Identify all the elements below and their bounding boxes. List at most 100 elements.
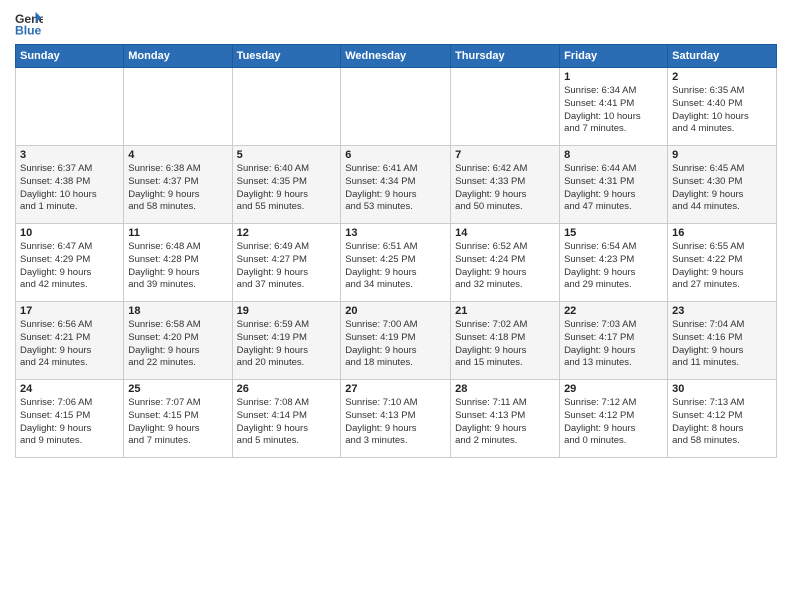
- calendar-cell: 9 Sunrise: 6:45 AM Sunset: 4:30 PM Daylig…: [668, 146, 777, 224]
- calendar-cell: 24 Sunrise: 7:06 AM Sunset: 4:15 PM Dayli…: [16, 380, 124, 458]
- day-info: Sunrise: 7:10 AM Sunset: 4:13 PM Dayligh…: [345, 397, 446, 448]
- day-info: Sunrise: 7:07 AM Sunset: 4:15 PM Dayligh…: [128, 397, 227, 448]
- calendar-cell: 4 Sunrise: 6:38 AM Sunset: 4:37 PM Daylig…: [124, 146, 232, 224]
- calendar-cell: 25 Sunrise: 7:07 AM Sunset: 4:15 PM Dayli…: [124, 380, 232, 458]
- calendar-cell: 7 Sunrise: 6:42 AM Sunset: 4:33 PM Daylig…: [451, 146, 560, 224]
- calendar-cell: 21Sunrise: 7:02 AM Sunset: 4:18 PM Dayli…: [451, 302, 560, 380]
- day-number: 3: [20, 149, 119, 161]
- calendar-cell: 18 Sunrise: 6:58 AM Sunset: 4:20 PM Dayli…: [124, 302, 232, 380]
- svg-text:Blue: Blue: [15, 23, 42, 37]
- day-number: 9: [672, 149, 772, 161]
- day-info: Sunrise: 6:51 AM Sunset: 4:25 PM Dayligh…: [345, 241, 446, 292]
- day-number: 19: [237, 305, 337, 317]
- day-info: Sunrise: 6:38 AM Sunset: 4:37 PM Dayligh…: [128, 163, 227, 214]
- calendar-cell: 29 Sunrise: 7:12 AM Sunset: 4:12 PM Dayli…: [560, 380, 668, 458]
- header: General Blue: [15, 10, 777, 38]
- weekday-header-cell: Wednesday: [341, 45, 451, 68]
- calendar-cell: 1 Sunrise: 6:34 AM Sunset: 4:41 PM Daylig…: [560, 68, 668, 146]
- day-info: Sunrise: 6:58 AM Sunset: 4:20 PM Dayligh…: [128, 319, 227, 370]
- day-number: 7: [455, 149, 555, 161]
- day-number: 2: [672, 71, 772, 83]
- day-info: Sunrise: 7:03 AM Sunset: 4:17 PM Dayligh…: [564, 319, 663, 370]
- weekday-header-cell: Tuesday: [232, 45, 341, 68]
- weekday-header-row: SundayMondayTuesdayWednesdayThursdayFrid…: [16, 45, 777, 68]
- day-number: 28: [455, 383, 555, 395]
- calendar-cell: 16Sunrise: 6:55 AM Sunset: 4:22 PM Dayli…: [668, 224, 777, 302]
- day-number: 12: [237, 227, 337, 239]
- calendar-cell: 20Sunrise: 7:00 AM Sunset: 4:19 PM Dayli…: [341, 302, 451, 380]
- calendar-week-row: 10 Sunrise: 6:47 AM Sunset: 4:29 PM Dayli…: [16, 224, 777, 302]
- weekday-header-cell: Saturday: [668, 45, 777, 68]
- day-number: 22: [564, 305, 663, 317]
- day-number: 4: [128, 149, 227, 161]
- day-number: 1: [564, 71, 663, 83]
- day-info: Sunrise: 6:49 AM Sunset: 4:27 PM Dayligh…: [237, 241, 337, 292]
- weekday-header-cell: Monday: [124, 45, 232, 68]
- calendar-cell: 26 Sunrise: 7:08 AM Sunset: 4:14 PM Dayli…: [232, 380, 341, 458]
- calendar-table: SundayMondayTuesdayWednesdayThursdayFrid…: [15, 44, 777, 458]
- calendar-cell: [16, 68, 124, 146]
- day-info: Sunrise: 6:59 AM Sunset: 4:19 PM Dayligh…: [237, 319, 337, 370]
- calendar-cell: 19 Sunrise: 6:59 AM Sunset: 4:19 PM Dayli…: [232, 302, 341, 380]
- weekday-header-cell: Sunday: [16, 45, 124, 68]
- day-number: 23: [672, 305, 772, 317]
- day-number: 10: [20, 227, 119, 239]
- calendar-cell: 27 Sunrise: 7:10 AM Sunset: 4:13 PM Dayli…: [341, 380, 451, 458]
- day-number: 6: [345, 149, 446, 161]
- calendar-cell: 11 Sunrise: 6:48 AM Sunset: 4:28 PM Dayli…: [124, 224, 232, 302]
- day-info: Sunrise: 6:55 AM Sunset: 4:22 PM Dayligh…: [672, 241, 772, 292]
- calendar-cell: 14Sunrise: 6:52 AM Sunset: 4:24 PM Dayli…: [451, 224, 560, 302]
- day-info: Sunrise: 7:13 AM Sunset: 4:12 PM Dayligh…: [672, 397, 772, 448]
- logo: General Blue: [15, 10, 43, 38]
- calendar-week-row: 17 Sunrise: 6:56 AM Sunset: 4:21 PM Dayli…: [16, 302, 777, 380]
- day-number: 21: [455, 305, 555, 317]
- day-number: 15: [564, 227, 663, 239]
- calendar-cell: 23 Sunrise: 7:04 AM Sunset: 4:16 PM Dayli…: [668, 302, 777, 380]
- day-number: 5: [237, 149, 337, 161]
- day-info: Sunrise: 7:12 AM Sunset: 4:12 PM Dayligh…: [564, 397, 663, 448]
- calendar-body: 1 Sunrise: 6:34 AM Sunset: 4:41 PM Daylig…: [16, 68, 777, 458]
- calendar-cell: 17 Sunrise: 6:56 AM Sunset: 4:21 PM Dayli…: [16, 302, 124, 380]
- calendar-cell: [341, 68, 451, 146]
- calendar-cell: 10 Sunrise: 6:47 AM Sunset: 4:29 PM Dayli…: [16, 224, 124, 302]
- day-info: Sunrise: 6:54 AM Sunset: 4:23 PM Dayligh…: [564, 241, 663, 292]
- calendar-cell: 3 Sunrise: 6:37 AM Sunset: 4:38 PM Daylig…: [16, 146, 124, 224]
- day-info: Sunrise: 6:56 AM Sunset: 4:21 PM Dayligh…: [20, 319, 119, 370]
- day-number: 25: [128, 383, 227, 395]
- day-number: 24: [20, 383, 119, 395]
- day-number: 18: [128, 305, 227, 317]
- day-number: 17: [20, 305, 119, 317]
- day-info: Sunrise: 6:48 AM Sunset: 4:28 PM Dayligh…: [128, 241, 227, 292]
- day-number: 11: [128, 227, 227, 239]
- day-info: Sunrise: 6:34 AM Sunset: 4:41 PM Dayligh…: [564, 85, 663, 136]
- calendar-cell: 13 Sunrise: 6:51 AM Sunset: 4:25 PM Dayli…: [341, 224, 451, 302]
- day-info: Sunrise: 7:08 AM Sunset: 4:14 PM Dayligh…: [237, 397, 337, 448]
- day-info: Sunrise: 6:47 AM Sunset: 4:29 PM Dayligh…: [20, 241, 119, 292]
- day-number: 20: [345, 305, 446, 317]
- day-number: 26: [237, 383, 337, 395]
- calendar-cell: 30 Sunrise: 7:13 AM Sunset: 4:12 PM Dayli…: [668, 380, 777, 458]
- calendar-week-row: 3 Sunrise: 6:37 AM Sunset: 4:38 PM Daylig…: [16, 146, 777, 224]
- logo-icon: General Blue: [15, 10, 43, 38]
- day-number: 30: [672, 383, 772, 395]
- calendar-cell: [124, 68, 232, 146]
- day-number: 13: [345, 227, 446, 239]
- day-info: Sunrise: 6:41 AM Sunset: 4:34 PM Dayligh…: [345, 163, 446, 214]
- day-info: Sunrise: 6:45 AM Sunset: 4:30 PM Dayligh…: [672, 163, 772, 214]
- day-number: 29: [564, 383, 663, 395]
- weekday-header-cell: Friday: [560, 45, 668, 68]
- calendar-cell: 2 Sunrise: 6:35 AM Sunset: 4:40 PM Daylig…: [668, 68, 777, 146]
- day-info: Sunrise: 6:42 AM Sunset: 4:33 PM Dayligh…: [455, 163, 555, 214]
- weekday-header-cell: Thursday: [451, 45, 560, 68]
- calendar-cell: [451, 68, 560, 146]
- calendar-cell: 6 Sunrise: 6:41 AM Sunset: 4:34 PM Daylig…: [341, 146, 451, 224]
- calendar-cell: 15 Sunrise: 6:54 AM Sunset: 4:23 PM Dayli…: [560, 224, 668, 302]
- day-info: Sunrise: 6:35 AM Sunset: 4:40 PM Dayligh…: [672, 85, 772, 136]
- day-info: Sunrise: 7:06 AM Sunset: 4:15 PM Dayligh…: [20, 397, 119, 448]
- day-info: Sunrise: 7:04 AM Sunset: 4:16 PM Dayligh…: [672, 319, 772, 370]
- calendar-cell: [232, 68, 341, 146]
- calendar-cell: 28Sunrise: 7:11 AM Sunset: 4:13 PM Dayli…: [451, 380, 560, 458]
- day-info: Sunrise: 6:37 AM Sunset: 4:38 PM Dayligh…: [20, 163, 119, 214]
- day-number: 27: [345, 383, 446, 395]
- day-number: 8: [564, 149, 663, 161]
